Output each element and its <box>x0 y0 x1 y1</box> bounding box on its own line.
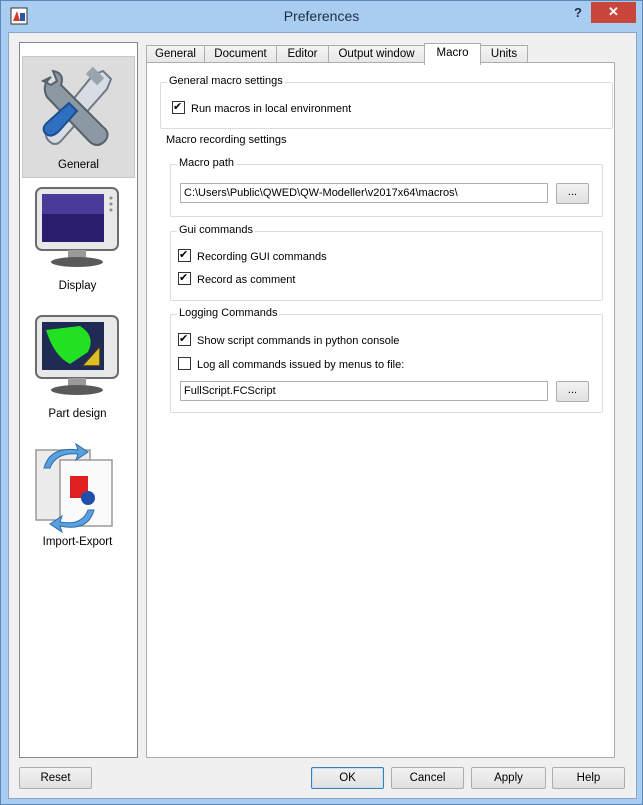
category-list: General Display Part design Import-Expor… <box>19 42 138 758</box>
tools-icon <box>40 66 113 146</box>
checkbox-box[interactable] <box>178 247 191 263</box>
monitor-icon <box>35 187 119 267</box>
import-export-icon <box>35 442 113 534</box>
group-title: General macro settings <box>167 75 285 87</box>
checkbox-label: Record as comment <box>197 274 296 286</box>
checkbox-box[interactable] <box>178 331 191 347</box>
record-gui-checkbox[interactable]: Recording GUI commands <box>178 247 327 265</box>
dialog-body: General Display Part design Import-Expor… <box>8 32 637 799</box>
record-comment-checkbox[interactable]: Record as comment <box>178 270 296 288</box>
run-local-checkbox[interactable]: Run macros in local environment <box>172 99 352 117</box>
category-label: Import-Export <box>42 536 113 548</box>
macro-path-input[interactable]: C:\Users\Public\QWED\QW-Modeller\v2017x6… <box>180 183 548 203</box>
tab-units[interactable]: Units <box>480 45 528 63</box>
part-design-icon <box>35 315 119 395</box>
macro-path-browse-button[interactable]: ... <box>556 183 589 204</box>
general-macro-group: General macro settings Run macros in loc… <box>160 75 613 129</box>
macro-path-group: Macro path C:\Users\Public\QWED\QW-Model… <box>170 157 603 217</box>
checkbox-label: Recording GUI commands <box>197 251 327 263</box>
title-bar: Preferences ? ✕ <box>1 1 642 32</box>
apply-button[interactable]: Apply <box>471 767 546 789</box>
category-label: Display <box>58 280 97 292</box>
tab-general[interactable]: General <box>146 45 205 63</box>
category-display[interactable]: Display <box>22 178 133 298</box>
window-title: Preferences <box>283 8 360 24</box>
checkbox-label: Log all commands issued by menus to file… <box>197 359 405 371</box>
category-label: General <box>58 159 99 171</box>
help-button[interactable]: Help <box>552 767 625 789</box>
group-title: Macro path <box>177 157 237 169</box>
checkbox-box[interactable] <box>178 357 191 370</box>
checkbox-label: Run macros in local environment <box>191 103 352 115</box>
tab-output-window[interactable]: Output window <box>328 45 425 63</box>
checkbox-label: Show script commands in python console <box>197 335 400 347</box>
macro-panel: General macro settings Run macros in loc… <box>146 62 615 758</box>
category-label: Part design <box>48 408 107 420</box>
tab-document[interactable]: Document <box>204 45 277 63</box>
category-import-export[interactable]: Import-Export <box>22 434 133 554</box>
log-all-checkbox[interactable]: Log all commands issued by menus to file… <box>178 357 404 373</box>
preferences-window: Preferences ? ✕ General Display Part des… <box>0 0 643 805</box>
checkbox-box[interactable] <box>178 270 191 286</box>
group-title: Gui commands <box>177 224 255 236</box>
log-file-input[interactable]: FullScript.FCScript <box>180 381 548 401</box>
category-part-design[interactable]: Part design <box>22 306 133 426</box>
cancel-button[interactable]: Cancel <box>391 767 464 789</box>
group-title: Logging Commands <box>177 307 280 319</box>
checkbox-box[interactable] <box>172 99 185 115</box>
log-file-browse-button[interactable]: ... <box>556 381 589 402</box>
reset-button[interactable]: Reset <box>19 767 92 789</box>
group-title: Macro recording settings <box>164 134 289 146</box>
tab-editor[interactable]: Editor <box>276 45 329 63</box>
help-title-button[interactable]: ? <box>567 4 589 22</box>
show-python-checkbox[interactable]: Show script commands in python console <box>178 331 400 349</box>
category-general[interactable]: General <box>22 56 135 178</box>
recording-settings-group: Macro recording settings Macro path C:\U… <box>160 134 611 417</box>
gui-commands-group: Gui commands Recording GUI commands Reco… <box>170 224 603 301</box>
close-button[interactable]: ✕ <box>591 2 636 23</box>
logging-commands-group: Logging Commands Show script commands in… <box>170 307 603 413</box>
ok-button[interactable]: OK <box>311 767 384 789</box>
tab-macro[interactable]: Macro <box>424 43 481 65</box>
